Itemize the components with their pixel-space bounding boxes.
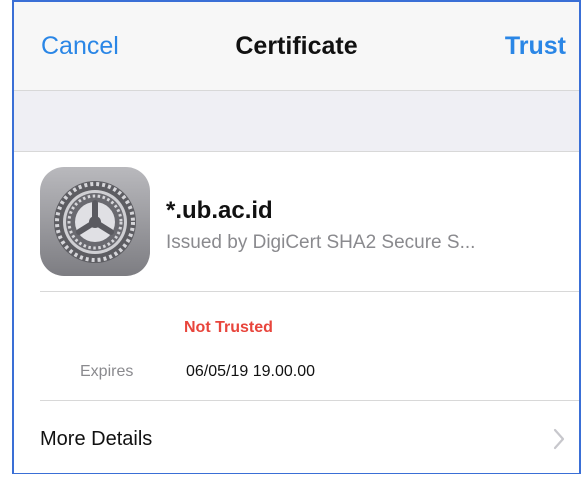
- chevron-right-icon: [553, 428, 565, 455]
- trust-status: Not Trusted: [184, 319, 273, 336]
- expires-value: 06/05/19 19.00.00: [186, 363, 316, 380]
- page-title: Certificate: [235, 32, 358, 60]
- certificate-panel: *.ub.ac.id Issued by DigiCert SHA2 Secur…: [14, 152, 579, 473]
- trust-button[interactable]: Trust: [505, 32, 566, 61]
- divider: [40, 291, 579, 292]
- certificate-issuer: Issued by DigiCert SHA2 Secure S...: [166, 232, 476, 253]
- section-gap: [14, 91, 579, 152]
- more-details-row[interactable]: More Details: [14, 401, 579, 473]
- expires-label: Expires: [80, 363, 134, 380]
- certificate-name: *.ub.ac.id: [166, 197, 273, 224]
- navigation-bar: Cancel Certificate Trust: [14, 2, 579, 91]
- more-details-label: More Details: [40, 428, 153, 450]
- settings-gear-icon: [40, 167, 150, 276]
- screenshot-frame: Cancel Certificate Trust *.ub.ac.id Issu…: [12, 0, 581, 474]
